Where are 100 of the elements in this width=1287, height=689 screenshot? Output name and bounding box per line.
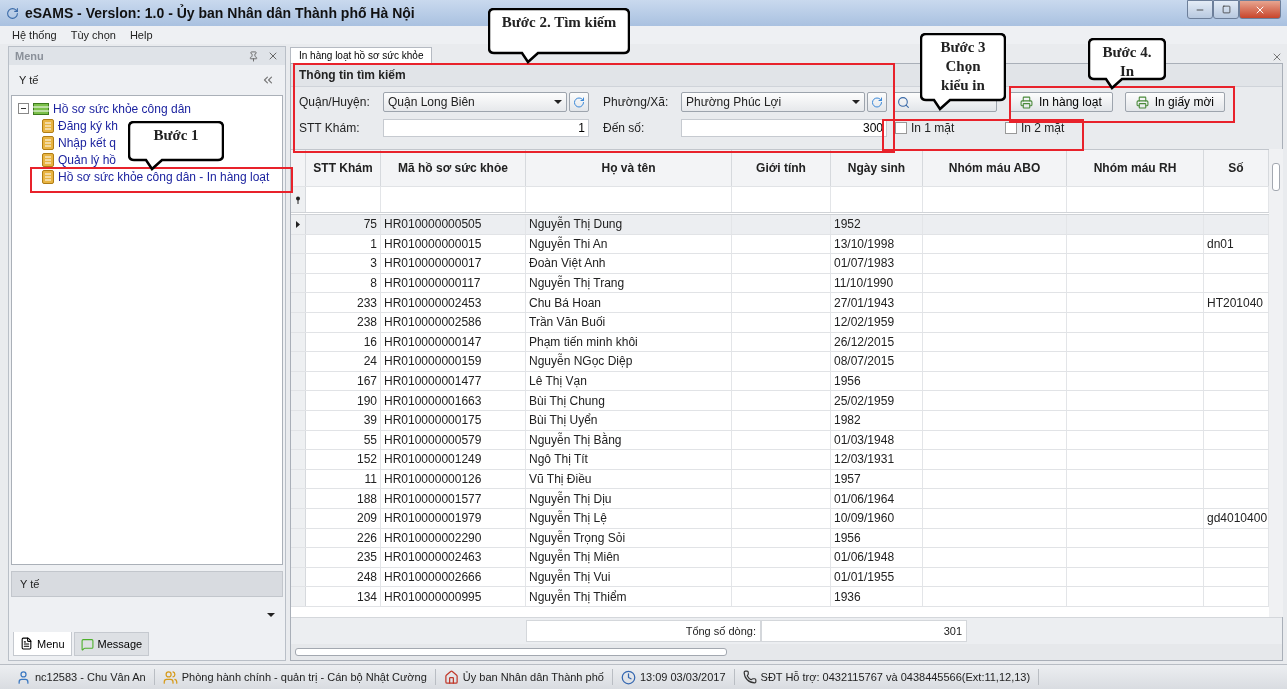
table-cell: HR010000000147 bbox=[384, 334, 482, 349]
section-bar[interactable]: Y tế bbox=[11, 571, 283, 597]
scrollbar-thumb[interactable] bbox=[295, 648, 727, 656]
status-text: Phòng hành chính - quản trị - Cán bộ Nhật Cường bbox=[181, 671, 427, 683]
district-dropdown[interactable]: Quận Long Biên bbox=[383, 92, 567, 112]
table-cell: 01/03/1948 bbox=[834, 432, 895, 447]
table-cell: HR010000001663 bbox=[384, 393, 482, 408]
close-icon[interactable] bbox=[1271, 51, 1283, 63]
table-cell: Lê Thị Vạn bbox=[529, 374, 587, 389]
tree-item[interactable]: Nhập kết q bbox=[58, 135, 117, 150]
status-text: SĐT Hỗ trợ: 0432115767 và 0438445566(Ext:11,12,13) bbox=[760, 671, 1031, 683]
from-number-field[interactable]: 1 bbox=[383, 119, 589, 137]
total-value: 301 bbox=[761, 620, 967, 642]
table-cell: 1957 bbox=[834, 472, 861, 486]
table-cell: 27/01/1943 bbox=[834, 295, 895, 310]
callout-text: Bước 2. Tìm kiếm bbox=[501, 13, 617, 32]
table-cell: HT201040 bbox=[1207, 295, 1264, 310]
document-tab[interactable]: In hàng loạt hồ sơ sức khỏe bbox=[290, 47, 433, 63]
table-cell: 12/02/1959 bbox=[834, 315, 895, 330]
status-text: Ủy ban Nhân dân Thành phố bbox=[462, 671, 604, 683]
app-logo-icon bbox=[6, 6, 19, 20]
close-icon[interactable] bbox=[267, 50, 279, 62]
column-header[interactable]: Nhóm máu ABO bbox=[923, 150, 1067, 186]
field-label: Phường/Xã: bbox=[603, 95, 670, 109]
field-label: STT Khám: bbox=[299, 121, 361, 135]
notebook-icon bbox=[42, 135, 54, 150]
tree-item[interactable]: Hồ sơ sức khỏe công dân - In hàng loạt bbox=[58, 169, 270, 184]
field-label: Đến số: bbox=[603, 121, 646, 135]
printer-icon bbox=[1135, 95, 1149, 109]
table-cell: 134 bbox=[356, 589, 377, 604]
column-header[interactable]: Họ và tên bbox=[526, 150, 732, 186]
tree-item[interactable]: Hồ sơ sức khỏe công dân bbox=[53, 101, 191, 116]
table-cell: 10/09/1960 bbox=[834, 511, 895, 526]
panel-tab[interactable]: Message bbox=[73, 632, 150, 656]
refresh-button[interactable] bbox=[569, 92, 589, 112]
column-header[interactable]: Ngày sinh bbox=[831, 150, 923, 186]
menu-item[interactable]: Hệ thống bbox=[12, 29, 57, 41]
table-cell: 01/06/1964 bbox=[834, 491, 895, 506]
column-header[interactable]: Số bbox=[1204, 150, 1269, 186]
table-cell: HR010000001477 bbox=[384, 374, 482, 389]
scrollbar-thumb[interactable] bbox=[1272, 163, 1280, 191]
close-button[interactable] bbox=[1239, 0, 1281, 19]
table-cell: 01/06/1948 bbox=[834, 550, 895, 565]
table-cell: 75 bbox=[363, 217, 377, 232]
table-cell: 238 bbox=[356, 315, 377, 330]
table-cell: Nguyễn Thị Vui bbox=[529, 570, 611, 584]
table-cell: Nguyễn Thị Dung bbox=[529, 217, 623, 232]
message-icon bbox=[80, 637, 94, 651]
table-cell: HR010000002586 bbox=[384, 315, 482, 330]
to-number-field[interactable]: 300 bbox=[681, 119, 887, 137]
maximize-icon bbox=[1221, 5, 1231, 14]
dropdown-caret-icon[interactable] bbox=[267, 612, 275, 617]
column-header[interactable]: Mã hồ sơ sức khỏe bbox=[381, 150, 526, 186]
print-option-checkbox[interactable]: In 2 mặt bbox=[1005, 121, 1085, 135]
table-cell: 08/07/2015 bbox=[834, 354, 895, 369]
print-button[interactable]: In giấy mời bbox=[1124, 92, 1225, 112]
minimize-button[interactable] bbox=[1187, 0, 1213, 19]
table-cell: Nguyễn Thị Thiểm bbox=[529, 589, 627, 604]
table-cell: HR010000000579 bbox=[384, 432, 482, 447]
total-label: Tổng số dòng: bbox=[526, 620, 761, 642]
phone-icon bbox=[742, 670, 757, 684]
table-cell: HR010000000505 bbox=[384, 217, 482, 232]
table-cell: HR010000000117 bbox=[384, 276, 481, 291]
table-cell: 209 bbox=[356, 511, 377, 526]
column-header[interactable]: STT Khám bbox=[306, 150, 381, 186]
collapse-box-icon[interactable] bbox=[18, 103, 29, 114]
tree-item[interactable]: Đăng ký kh bbox=[58, 118, 119, 133]
maximize-button[interactable] bbox=[1213, 0, 1239, 19]
table-cell: 25/02/1959 bbox=[834, 393, 895, 408]
table-cell: 226 bbox=[356, 530, 377, 545]
column-header[interactable]: Giới tính bbox=[732, 150, 831, 186]
callout-text: Bước 3 Chọn kiểu in bbox=[940, 38, 986, 95]
collapse-icon[interactable] bbox=[261, 73, 275, 87]
panel-tab[interactable]: Menu bbox=[13, 632, 72, 656]
refresh-icon bbox=[573, 95, 585, 109]
table-cell: Trần Văn Buối bbox=[529, 315, 606, 330]
table-cell: HR010000000015 bbox=[384, 236, 482, 251]
table-cell: HR010000001249 bbox=[384, 452, 482, 467]
table-cell: Phạm tiến minh khôi bbox=[529, 334, 638, 349]
table-cell: Nguyễn Thị Bằng bbox=[529, 432, 622, 447]
table-cell: 1936 bbox=[834, 589, 861, 604]
table-cell: 12/03/1931 bbox=[834, 452, 895, 467]
pin-icon[interactable] bbox=[248, 50, 259, 62]
column-header[interactable]: Nhóm máu RH bbox=[1067, 150, 1204, 186]
table-cell: 3 bbox=[370, 256, 377, 271]
menu-item[interactable]: Help bbox=[129, 29, 153, 41]
ward-dropdown[interactable]: Phường Phúc Lợi bbox=[681, 92, 865, 112]
table-cell: 13/10/1998 bbox=[834, 236, 895, 251]
table-cell: Vũ Thị Điều bbox=[529, 472, 592, 486]
menu-item[interactable]: Tùy chọn bbox=[70, 29, 116, 41]
table-cell: HR010000001577 bbox=[384, 491, 482, 506]
print-button[interactable]: In hàng loạt bbox=[1009, 92, 1113, 112]
refresh-button[interactable] bbox=[867, 92, 887, 112]
notebook-icon bbox=[42, 152, 54, 167]
tree-item[interactable]: Quản lý hồ bbox=[58, 152, 117, 167]
document-icon bbox=[20, 637, 33, 650]
table-cell: 188 bbox=[356, 491, 377, 506]
table-cell: Chu Bá Hoan bbox=[529, 295, 602, 310]
table-cell: Nguyễn NGọc Diệp bbox=[529, 354, 633, 369]
print-option-checkbox[interactable]: In 1 mặt bbox=[895, 121, 1005, 135]
